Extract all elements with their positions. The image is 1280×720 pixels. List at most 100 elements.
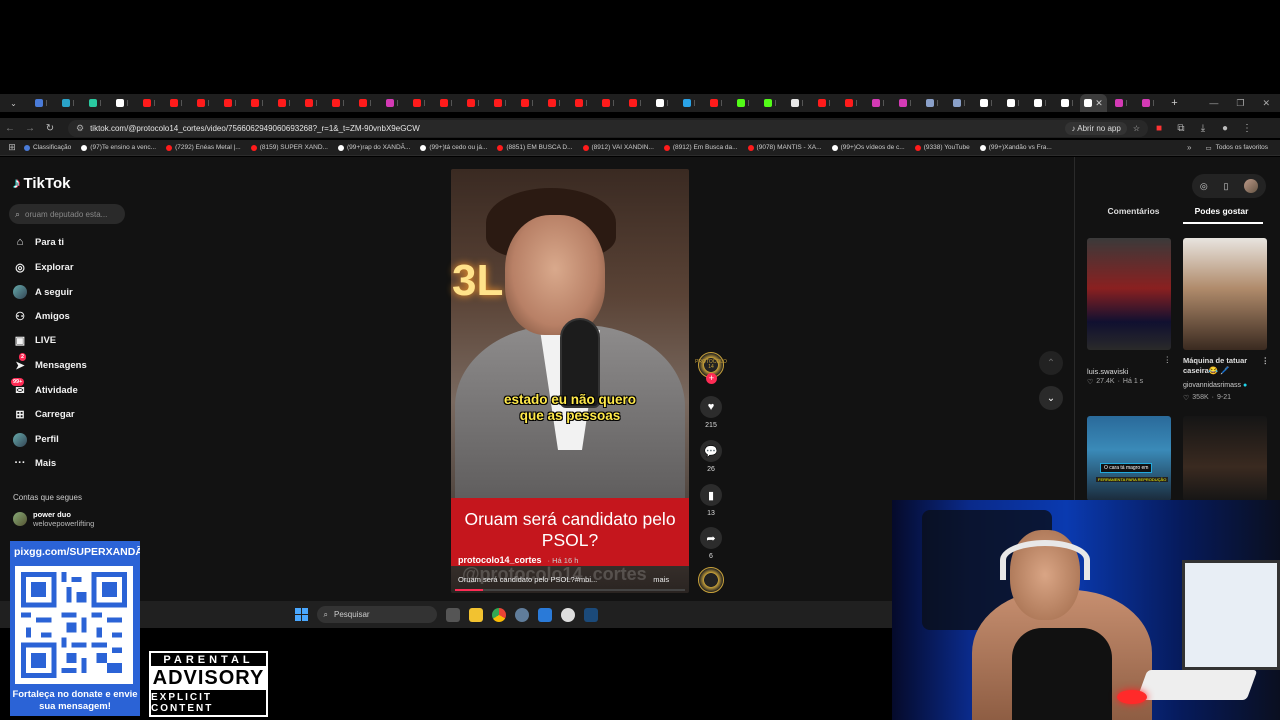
browser-tab[interactable]	[1134, 94, 1161, 112]
bookmark-star-icon[interactable]: ☆	[1133, 124, 1140, 133]
comment-button[interactable]: 💬 26	[698, 440, 724, 473]
site-info-icon[interactable]: ⚙	[76, 123, 84, 134]
suggested-item-1[interactable]: luis.swaviski ⋮	[1087, 355, 1171, 376]
settings-icon[interactable]	[514, 607, 529, 622]
browser-tab[interactable]	[189, 94, 216, 112]
browser-tab[interactable]	[513, 94, 540, 112]
suggested-video-thumbnail[interactable]	[1183, 238, 1267, 350]
browser-tab[interactable]	[567, 94, 594, 112]
bookmark-item[interactable]: (8912) VAI XANDIN...	[582, 144, 654, 151]
bookmark-item[interactable]: (7292) Enéas Metal |...	[166, 144, 241, 151]
browser-tab[interactable]	[648, 94, 675, 112]
download-icon[interactable]: ⤓	[1192, 123, 1214, 134]
forward-arrow-icon[interactable]: →	[20, 123, 40, 134]
bookmark-item[interactable]: (99+)rap do XANDÃ...	[337, 144, 410, 151]
extension-red-icon[interactable]: ■	[1148, 123, 1170, 134]
apps-grid-icon[interactable]: ⊞	[0, 142, 24, 153]
bookmark-item[interactable]: (99+)tá cedo ou já...	[420, 144, 487, 151]
taskbar-search[interactable]: ⌕ Pesquisar	[316, 606, 437, 623]
sidebar-item-explorar[interactable]: ◎ Explorar	[13, 261, 73, 274]
bookmark-item[interactable]: (9078) MANTIS - XA...	[747, 144, 822, 151]
app-icon[interactable]	[537, 607, 552, 622]
browser-tab[interactable]	[243, 94, 270, 112]
browser-tab[interactable]	[621, 94, 648, 112]
kebab-icon[interactable]: ⋮	[1262, 356, 1270, 376]
task-view-icon[interactable]	[445, 607, 460, 622]
browser-tab[interactable]	[54, 94, 81, 112]
browser-tab[interactable]	[1107, 94, 1134, 112]
next-video-chevron-down-icon[interactable]: ⌄	[1039, 386, 1063, 410]
browser-tab[interactable]	[594, 94, 621, 112]
sidebar-item-mais[interactable]: ··· Mais	[13, 457, 57, 469]
following-account[interactable]: power duo welovepowerlifting	[13, 510, 94, 528]
all-favorites-folder[interactable]: ▭ Todos os favoritos	[1205, 144, 1268, 152]
browser-tab[interactable]	[945, 94, 972, 112]
restore-icon[interactable]: ❐	[1236, 98, 1244, 109]
video-progress-track[interactable]	[455, 589, 685, 591]
sidebar-item-para-ti[interactable]: ⌂ Para ti	[13, 236, 64, 248]
sidebar-item-live[interactable]: ▣ LIVE	[13, 334, 56, 347]
browser-tab[interactable]	[999, 94, 1026, 112]
url-input[interactable]: ⚙ tiktok.com/@protocolo14_cortes/video/7…	[68, 119, 1148, 137]
bookmark-item[interactable]: Classificação	[24, 144, 71, 151]
bookmark-item[interactable]: (8912) Em Busca da...	[663, 144, 738, 151]
like-button[interactable]: ♥ 215	[698, 396, 724, 429]
new-tab-button[interactable]: +	[1161, 94, 1188, 112]
phone-icon[interactable]: ▯	[1223, 181, 1228, 192]
compass-icon[interactable]: ◎	[1200, 181, 1208, 192]
browser-tab[interactable]	[1053, 94, 1080, 112]
user-avatar[interactable]	[1244, 179, 1259, 193]
tab-comments[interactable]: Comentários	[1108, 206, 1160, 216]
tiktok-logo[interactable]: ♪ TikTok	[13, 175, 70, 192]
browser-tab[interactable]	[135, 94, 162, 112]
chrome-icon[interactable]	[491, 607, 506, 622]
tab-search-button[interactable]: ⌄	[0, 94, 27, 112]
browser-tab[interactable]	[405, 94, 432, 112]
browser-tab[interactable]	[702, 94, 729, 112]
file-explorer-icon[interactable]	[468, 607, 483, 622]
suggested-video-thumbnail[interactable]	[1087, 238, 1171, 350]
tab-you-may-like[interactable]: Podes gostar	[1195, 206, 1249, 216]
video-author[interactable]: protocolo14_cortes · Há 16 h	[458, 555, 578, 565]
sidebar-item-amigos[interactable]: ⚇ Amigos	[13, 310, 70, 323]
previous-video-chevron-up-icon[interactable]: ⌃	[1039, 351, 1063, 375]
browser-tab[interactable]	[297, 94, 324, 112]
extensions-puzzle-icon[interactable]: ⧉	[1170, 123, 1192, 134]
kebab-icon[interactable]: ⋮	[1164, 355, 1172, 364]
browser-tab[interactable]	[783, 94, 810, 112]
sidebar-item-mensagens[interactable]: ➤ 2 Mensagens	[13, 353, 87, 372]
browser-tab[interactable]	[324, 94, 351, 112]
profile-avatar-icon[interactable]: ●	[1214, 123, 1236, 134]
steam-icon[interactable]	[583, 607, 598, 622]
suggested-video-thumbnail[interactable]	[1183, 416, 1267, 501]
browser-tab[interactable]	[756, 94, 783, 112]
open-in-app-button[interactable]: ♪ Abrir no app	[1065, 121, 1127, 135]
share-button[interactable]: ➦ 6	[698, 527, 724, 560]
suggested-video-thumbnail[interactable]	[1087, 416, 1171, 501]
sidebar-item-carregar[interactable]: ⊞ Carregar	[13, 408, 74, 421]
browser-tab[interactable]	[1026, 94, 1053, 112]
browser-tab[interactable]	[837, 94, 864, 112]
bookmark-item[interactable]: (9338) YouTube	[914, 144, 970, 151]
bookmark-item[interactable]: (97)Te ensino a venc...	[81, 144, 156, 151]
browser-tab[interactable]	[216, 94, 243, 112]
bookmark-item[interactable]: (99+)Xandão vs Fra...	[979, 144, 1052, 151]
browser-tab[interactable]	[162, 94, 189, 112]
reload-icon[interactable]: ↻	[40, 123, 60, 134]
browser-tab[interactable]	[378, 94, 405, 112]
browser-tab[interactable]	[540, 94, 567, 112]
browser-tab[interactable]	[486, 94, 513, 112]
search-input[interactable]: ⌕ oruam deputado esta...	[9, 204, 125, 224]
browser-tab[interactable]	[918, 94, 945, 112]
follow-plus-button[interactable]: +	[706, 373, 717, 384]
browser-tab[interactable]	[972, 94, 999, 112]
bookmark-item[interactable]: (8159) SUPER XAND...	[250, 144, 328, 151]
minimize-icon[interactable]: —	[1209, 98, 1218, 108]
browser-tab[interactable]	[108, 94, 135, 112]
caption-more-button[interactable]: mais	[653, 575, 669, 584]
browser-tab[interactable]	[351, 94, 378, 112]
browser-tab[interactable]	[27, 94, 54, 112]
menu-kebab-icon[interactable]: ⋮	[1236, 123, 1258, 134]
browser-tab[interactable]	[729, 94, 756, 112]
browser-tab[interactable]	[270, 94, 297, 112]
